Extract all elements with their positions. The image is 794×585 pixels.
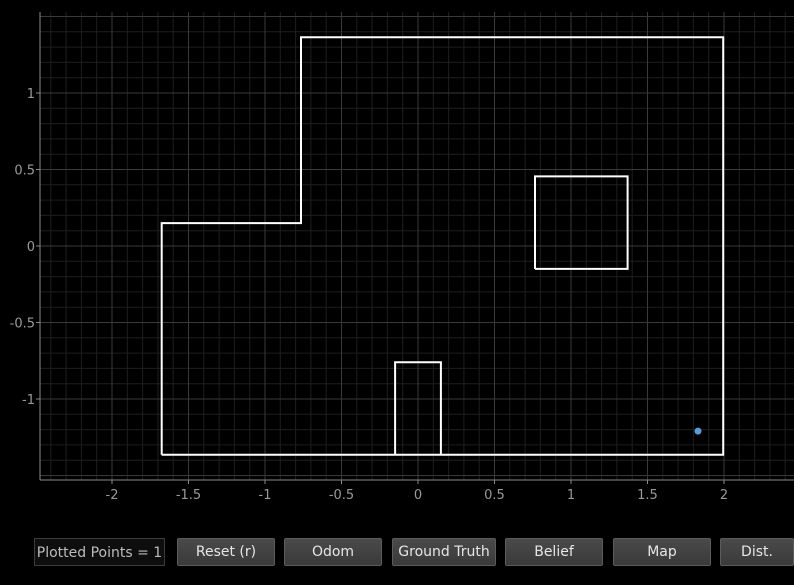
x-tick-label: 0.5 [484,488,505,503]
map-button[interactable]: Map [613,538,711,566]
plotted-point [694,427,702,435]
reset-button[interactable]: Reset (r) [177,538,275,566]
plotted-points-counter: Plotted Points = 1 [34,538,165,566]
major-grid [40,12,794,480]
x-tick-label: -1 [259,488,272,503]
x-tick-label: -0.5 [329,488,354,503]
belief-button[interactable]: Belief [505,538,603,566]
square-obstacle [534,175,629,270]
odom-button[interactable]: Odom [284,538,382,566]
y-tick-label: -0.5 [10,317,35,332]
dist-button[interactable]: Dist. [720,538,794,566]
x-tick-label: 1 [567,488,575,503]
plot-area[interactable]: -2-1.5-1-0.500.511.52210.50-0.5-1 [0,0,794,530]
y-tick-label: 1 [27,87,35,102]
x-tick-label: -2 [106,488,119,503]
x-tick-label: 2 [720,488,728,503]
x-tick-label: 0 [414,488,422,503]
x-tick-label: 1.5 [637,488,658,503]
ground-truth-button[interactable]: Ground Truth [392,538,496,566]
plot-canvas[interactable]: -2-1.5-1-0.500.511.52210.50-0.5-1 [0,0,794,530]
y-tick-label: 0 [27,240,35,255]
plotted-points [694,427,702,435]
y-tick-label: 0.5 [14,164,35,179]
x-tick-label: -1.5 [176,488,201,503]
toolbar: Plotted Points = 1 Reset (r) Odom Ground… [0,536,794,568]
axes [36,12,794,484]
y-tick-label: -1 [22,393,35,408]
